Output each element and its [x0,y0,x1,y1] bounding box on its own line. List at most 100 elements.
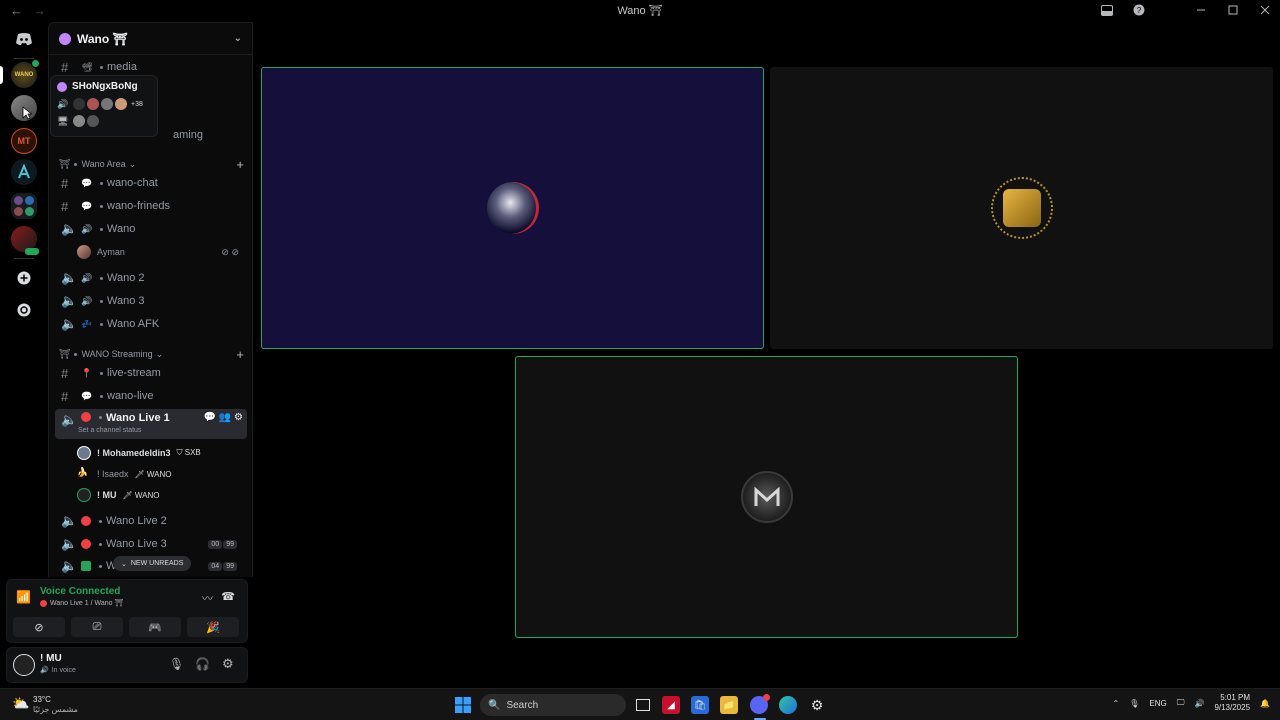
speaker-icon: 🔈 [61,221,78,236]
taskbar-search[interactable]: 🔍 Search [480,694,626,716]
add-server-icon[interactable] [11,265,37,291]
server-folder-icon[interactable] [11,193,37,219]
new-unreads-pill[interactable]: ⌄ NEW UNREADS [113,556,192,571]
stream-tile-3[interactable] [515,356,1018,638]
voice-channel-wano-2[interactable]: 🔈 🔊 Wano 2 [55,268,247,288]
amd-icon[interactable]: ◢ [662,696,680,714]
help-icon[interactable]: ? [1132,2,1146,18]
display-icon[interactable]: 🖵 [1177,698,1185,708]
sound-emoji-icon: 🔊 [81,223,93,234]
live-dot-icon [81,516,91,526]
windows-taskbar: ⛅ 33°C مشمس جزئيًا 🔍 Search ◢ 🛍 📁 ⚙ ⌃ 🎙 … [0,688,1280,720]
live-dot-icon [40,599,47,607]
headphones-icon[interactable]: 🎧 [195,657,210,671]
task-view-icon[interactable] [634,696,652,714]
username[interactable]: ! MU [40,653,62,664]
text-channel-icon: # [61,198,69,214]
voice-count: +38 [131,100,143,108]
settings-gear-icon[interactable]: ⚙ [222,656,234,672]
back-arrow-icon[interactable]: ← [10,3,23,18]
weather-temp[interactable]: 33°C [33,695,51,704]
speaker-icon: 🔈 [61,316,78,331]
server-a-icon[interactable] [11,159,37,185]
server-mt-icon[interactable]: MT [11,128,37,154]
category-wano-area[interactable]: ⛩ Wano Area ⌄ + [59,156,244,172]
add-channel-icon[interactable]: + [236,157,244,172]
voice-channel-wano-live-3[interactable]: 🔈 Wano Live 3 00 99 [55,534,247,554]
soundboard-button[interactable]: 🎉 [187,617,239,637]
store-icon[interactable]: 🛍 [691,696,709,714]
discover-icon[interactable] [11,297,37,323]
stream-tile-1[interactable] [261,67,764,349]
volume-icon[interactable]: 🔊 [1194,699,1204,708]
discord-taskbar-icon[interactable] [750,694,770,714]
mic-tray-icon[interactable]: 🎙 [1129,699,1139,708]
channel-wano-frineds[interactable]: # 💬 wano-frineds [55,196,247,216]
language-indicator[interactable]: ENG [1149,699,1166,708]
svg-text:?: ? [1137,6,1142,15]
noise-suppression-icon[interactable]: 〰 [202,590,213,606]
channel-media[interactable]: # 📽 media [55,57,247,77]
weather-desc: مشمس جزئيًا [33,705,78,714]
server-header[interactable]: Wano ⛩ ⌄ [49,23,252,55]
channel-wano-live[interactable]: # 💬 wano-live [55,386,247,406]
speaker-icon: 🔈 [61,558,78,573]
voice-user-mu[interactable]: ! MU 🗡 WANO [77,485,247,505]
avatar[interactable] [13,654,35,676]
edge-icon[interactable] [779,696,797,714]
set-channel-status[interactable]: Set a channel status [78,427,141,434]
speech-bubble-icon: 💬 [81,177,93,188]
voice-channel-wano-3[interactable]: 🔈 🔊 Wano 3 [55,291,247,311]
maximize-icon[interactable] [1226,2,1240,18]
torii-icon: ⛩ [59,348,71,359]
voice-channel-wano-live-2[interactable]: 🔈 Wano Live 2 [55,511,247,531]
server-badge-icon [57,81,67,92]
clan-tag: 🗡 WANO [134,469,172,479]
voice-status[interactable]: Voice Connected [40,586,120,597]
voice-channel-wano-live-1[interactable]: 🔈 Wano Live 1 💬 👥 ⚙ Set a channel status [55,409,247,439]
server-hover-popup: SHoNgxBoNg 🔊 +38 🖥 [50,75,158,137]
voice-location[interactable]: Wano Live 1 / Wano ⛩ [40,599,123,607]
avatar: 🍌 [77,467,89,477]
activities-button[interactable]: 🎮 [129,617,181,637]
clock[interactable]: 5:01 PM 9/13/2025 [1214,693,1250,713]
avatar [740,471,793,523]
stream-tile-2[interactable] [770,67,1273,349]
gear-icon[interactable]: ⚙ [234,412,243,423]
server-wano-icon[interactable]: WANO [11,59,40,88]
forward-arrow-icon[interactable]: → [33,3,46,18]
voice-user-ayman[interactable]: Ayman ⊘ ⊘ [77,242,247,262]
settings-app-icon[interactable]: ⚙ [808,696,826,714]
server-game-icon[interactable] [11,226,39,255]
close-icon[interactable] [1258,2,1272,18]
avatar [77,488,91,502]
chevron-up-icon[interactable]: ⌃ [1113,699,1120,708]
voice-user-isaedx[interactable]: 🍌 ! Isaedx 🗡 WANO [77,464,247,484]
voice-icon: 🔊 [40,667,49,674]
minimize-icon[interactable] [1194,2,1208,18]
window-title: Wano ⛩ [617,5,663,17]
notification-icon[interactable]: 🔔 [1260,699,1270,708]
add-channel-icon[interactable]: + [236,347,244,362]
start-icon[interactable] [454,696,472,714]
speech-bubble-icon: 💬 [81,200,93,211]
weather-icon[interactable]: ⛅ [12,695,29,712]
channel-live-stream[interactable]: # 📍 live-stream [55,363,247,383]
invite-icon[interactable]: 👥 [219,412,231,423]
chat-icon[interactable]: 💬 [204,412,216,423]
camera-off-button[interactable]: ⊘ [13,617,65,637]
voice-user-mohamedeldin3[interactable]: ! Mohamedeldin3 ⛉ SXB [77,443,247,463]
file-explorer-icon[interactable]: 📁 [720,696,738,714]
avatar [101,98,113,110]
speaker-icon: 🔊 [57,98,69,109]
microphone-icon[interactable]: 🎙 [169,657,184,671]
deafened-icon: ⊘ ⊘ [221,246,239,257]
share-screen-button[interactable]: ⎚ [71,617,123,637]
voice-channel-wano[interactable]: 🔈 🔊 Wano [55,219,247,239]
category-wano-streaming[interactable]: ⛩ WANO Streaming ⌄ + [59,346,244,362]
disconnect-icon[interactable]: ☎ [221,590,235,603]
channel-wano-chat[interactable]: # 💬 wano-chat [55,173,247,193]
discord-home-icon[interactable] [11,26,37,52]
inbox-icon[interactable] [1100,2,1114,18]
voice-channel-wano-afk[interactable]: 🔈 💤 Wano AFK [55,314,247,334]
